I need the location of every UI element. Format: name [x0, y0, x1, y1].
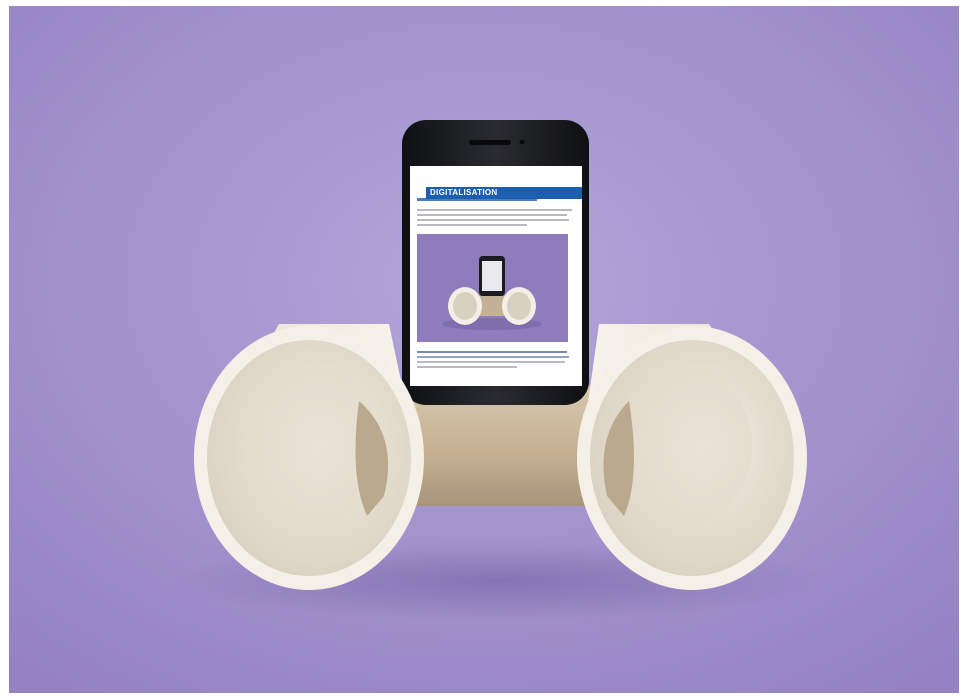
screen-heading: DIGITALISATION [426, 187, 582, 199]
screen-thumbnail [417, 234, 568, 342]
right-paper-cup [577, 324, 807, 590]
photo: DIGITALISATION [9, 6, 959, 693]
left-paper-cup [194, 324, 424, 590]
photo-scene [9, 6, 959, 693]
phone [402, 120, 589, 405]
